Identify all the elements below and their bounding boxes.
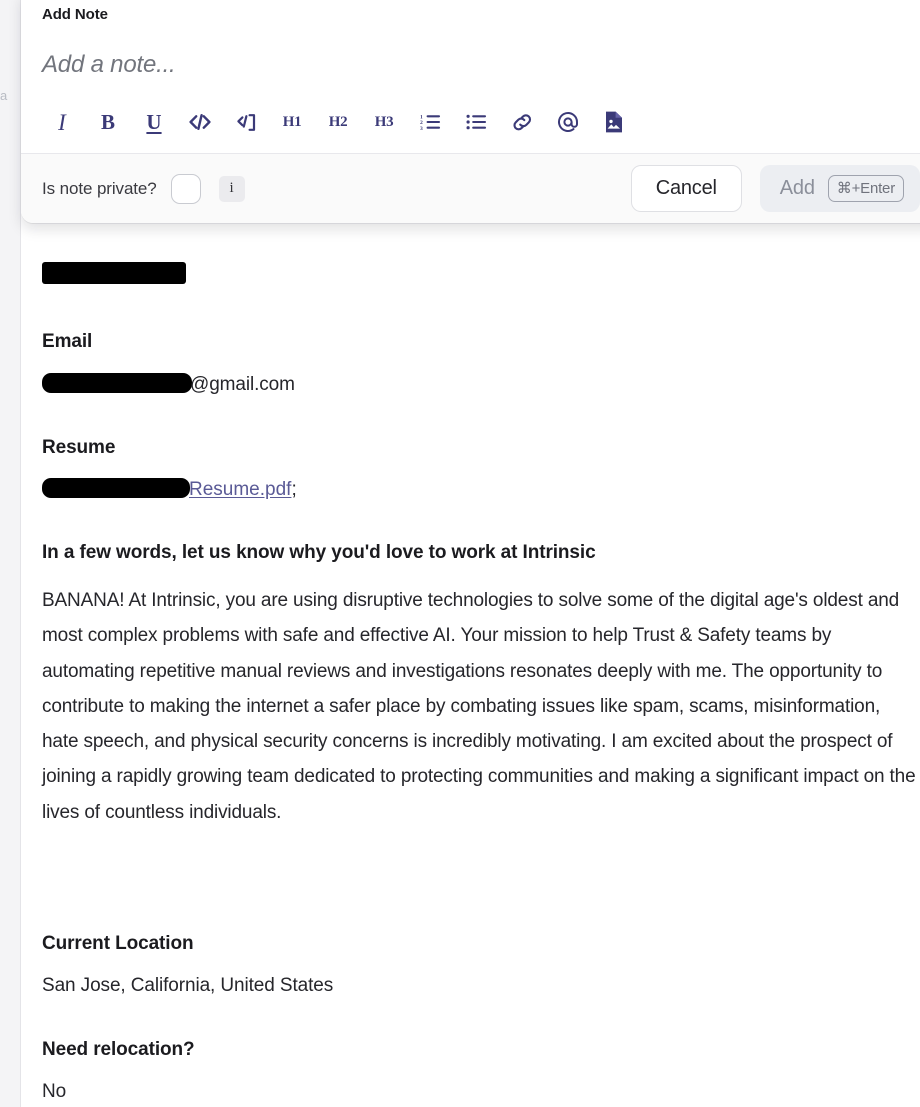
left-rail-clipped-text: a i [0,88,9,103]
resume-label: Resume [42,437,116,458]
need-relocation-value: No [42,1081,67,1102]
bold-glyph: B [100,109,115,134]
resume-separator: ; [291,479,297,500]
bullet-list-icon[interactable] [453,105,499,139]
heading-3-glyph: H3 [374,113,394,130]
ordered-list-icon[interactable]: 1 2 3 [407,105,453,139]
question-answer: BANANA! At Intrinsic, you are using disr… [42,583,917,830]
heading-2-icon[interactable]: H2 [315,105,361,139]
redaction-bar-name [42,262,186,284]
attach-image-icon[interactable] [591,105,637,139]
heading-1-glyph: H1 [282,113,302,130]
note-format-toolbar: I B U H1 H2 H3 1 2 3 [21,97,920,154]
current-location-value: San Jose, California, United States [42,975,334,996]
heading-1-icon[interactable]: H1 [269,105,315,139]
question-answer-text: BANANA! At Intrinsic, you are using disr… [42,590,916,823]
heading-3-icon[interactable]: H3 [361,105,407,139]
email-domain-text: @gmail.com [190,374,295,395]
question-label: In a few words, let us know why you'd lo… [42,542,596,563]
note-placeholder: Add a note... [42,51,176,78]
is-note-private-checkbox[interactable] [170,173,201,204]
add-shortcut-badge: ⌘+Enter [827,175,904,202]
redaction-bar-email [42,373,192,393]
italic-glyph: I [58,109,66,135]
link-icon[interactable] [499,105,545,139]
info-glyph: i [229,180,234,196]
inline-code-icon[interactable] [177,105,223,139]
info-icon[interactable]: i [218,175,245,202]
note-editor[interactable]: Add a note... [21,23,920,97]
redaction-bar-resume [42,478,190,498]
need-relocation-label: Need relocation? [42,1039,195,1060]
add-note-title: Add Note [42,6,108,23]
cancel-button[interactable]: Cancel [630,165,742,212]
resume-file-link[interactable]: Resume.pdf [189,479,291,500]
left-rail: a i [0,0,21,1107]
svg-text:3: 3 [420,126,423,132]
add-button[interactable]: Add ⌘+Enter [759,165,920,212]
underline-icon[interactable]: U [131,105,177,139]
resume-value: Resume.pdf; [42,478,297,501]
code-block-icon[interactable] [223,105,269,139]
heading-2-glyph: H2 [328,113,348,130]
bold-icon[interactable]: B [85,105,131,139]
email-label: Email [42,331,93,352]
mention-icon[interactable] [545,105,591,139]
add-note-panel: Add Note Add a note... I B U H1 H2 H3 1 … [21,0,920,223]
page-root: a i Email @gmail.com Resume Resume.pdf; … [0,0,920,1107]
underline-glyph: U [146,109,162,134]
note-footer-bar: Is note private? i Cancel Add ⌘+Enter [21,154,920,223]
is-note-private-label: Is note private? [42,178,157,198]
email-value: @gmail.com [42,373,295,396]
current-location-label: Current Location [42,933,194,954]
add-button-label: Add [779,177,815,199]
italic-icon[interactable]: I [39,105,85,139]
candidate-name-row [42,262,186,292]
